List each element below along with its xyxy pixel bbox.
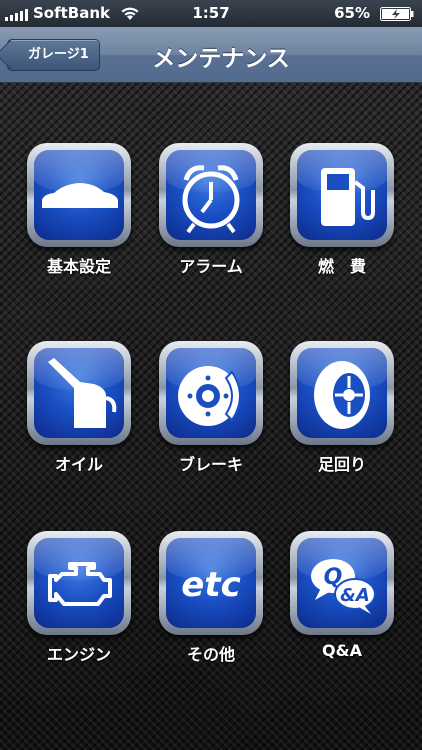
engine-icon (48, 562, 112, 606)
battery-percent: 65% (334, 4, 370, 22)
battery-icon (380, 7, 414, 21)
menu-tile-label: その他 (186, 645, 235, 664)
etc-icon-text: etc (181, 565, 240, 605)
menu-tile-label: 基本設定 (46, 257, 111, 276)
menu-tile-label: 燃 費 (317, 257, 366, 276)
menu-tile-basic-settings[interactable]: 基本設定 (27, 143, 131, 277)
brake-disc-icon (178, 366, 241, 426)
alarm-clock-icon (182, 165, 240, 234)
tire-icon (314, 361, 370, 429)
menu-tile-alarm[interactable]: アラーム (159, 143, 263, 277)
menu-tile-fuel-economy[interactable]: 燃 費 (290, 143, 394, 277)
menu-tile-other[interactable]: etc その他 (159, 531, 263, 665)
menu-tile-label: ブレーキ (178, 455, 243, 474)
menu-tile-brake[interactable]: ブレーキ (159, 341, 263, 475)
menu-tile-oil[interactable]: オイル (27, 341, 131, 475)
etc-icon: etc (181, 565, 240, 605)
menu-tile-label: アラーム (179, 257, 243, 276)
menu-tile-label: エンジン (46, 645, 111, 664)
qa-a-text: &A (340, 585, 370, 606)
navigation-bar: ガレージ1 メンテナンス (0, 27, 422, 83)
menu-grid: 基本設定 アラーム 燃 費 オイル ブレーキ 足回り エンジン etc その他 … (0, 83, 422, 750)
oil-can-icon (48, 358, 117, 428)
menu-tile-label: 足回り (317, 455, 366, 474)
menu-tile-engine[interactable]: エンジン (27, 531, 131, 665)
car-icon (42, 183, 118, 208)
qa-bubbles-icon: Q &A (311, 559, 376, 614)
menu-tile-label: Q&A (322, 641, 362, 660)
menu-tile-label: オイル (54, 455, 103, 474)
status-bar: SoftBank 1:57 65% (0, 0, 422, 27)
fuel-pump-icon (321, 168, 375, 226)
menu-tile-suspension[interactable]: 足回り (290, 341, 394, 475)
menu-tile-qa[interactable]: Q &A Q&A (290, 531, 394, 660)
page-title: メンテナンス (152, 46, 290, 72)
